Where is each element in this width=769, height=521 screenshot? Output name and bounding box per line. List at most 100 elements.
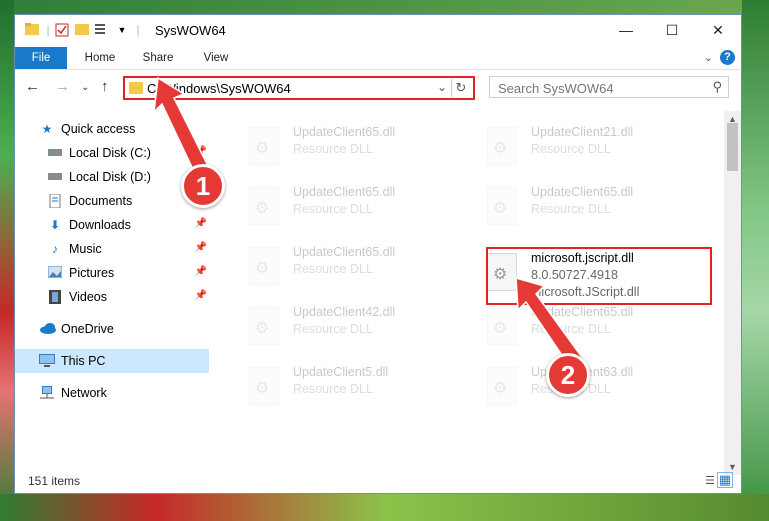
nav-item-label: Local Disk (D:) bbox=[69, 170, 151, 184]
dll-file-icon: ⚙ bbox=[487, 127, 517, 165]
step-badge-1: 1 bbox=[181, 164, 225, 208]
pin-icon[interactable]: 📌 bbox=[195, 290, 207, 301]
refresh-icon[interactable]: ↻ bbox=[451, 79, 470, 97]
search-icon[interactable]: ⚲ bbox=[712, 79, 722, 95]
chevron-down-icon[interactable]: ▼ bbox=[115, 23, 129, 37]
tiles-view-icon[interactable]: ▦ bbox=[717, 472, 733, 488]
window-title: SysWOW64 bbox=[155, 23, 226, 38]
separator: | bbox=[46, 23, 50, 37]
help-button[interactable]: ? bbox=[720, 50, 735, 65]
folder-icon bbox=[25, 23, 39, 37]
drive-icon bbox=[47, 146, 63, 160]
new-folder-icon[interactable] bbox=[75, 23, 89, 37]
pictures-icon bbox=[47, 265, 63, 280]
item-count: 151 items bbox=[28, 474, 81, 488]
title-bar: | ▼ | SysWOW64 — ☐ ✕ bbox=[15, 15, 741, 47]
scroll-thumb[interactable] bbox=[727, 123, 738, 171]
file-type: Resource DLL bbox=[293, 382, 373, 396]
list-item[interactable]: ⚙ UpdateClient65.dll Resource DLL bbox=[245, 243, 475, 299]
music-icon: ♪ bbox=[52, 242, 58, 256]
list-item[interactable]: ⚙ UpdateClient42.dll Resource DLL bbox=[245, 303, 475, 359]
file-type: Resource DLL bbox=[293, 142, 373, 156]
nav-item-music[interactable]: ♪ Music 📌 bbox=[15, 237, 209, 261]
file-type: Resource DLL bbox=[293, 262, 373, 276]
gear-icon: ⚙ bbox=[255, 200, 270, 217]
dll-file-icon: ⚙ bbox=[249, 367, 279, 405]
cloud-icon bbox=[39, 322, 56, 336]
nav-item-label: Downloads bbox=[69, 218, 131, 232]
dll-file-icon: ⚙ bbox=[249, 247, 279, 285]
address-dropdown-icon[interactable]: ⌄ bbox=[437, 80, 447, 94]
list-item[interactable]: ⚙ UpdateClient65.dll Resource DLL bbox=[483, 183, 713, 239]
separator: | bbox=[136, 23, 140, 37]
pin-icon[interactable]: 📌 bbox=[195, 242, 207, 253]
drive-icon bbox=[47, 170, 63, 184]
tab-view[interactable]: View bbox=[193, 47, 239, 69]
nav-item-this-pc[interactable]: This PC bbox=[15, 349, 209, 373]
close-button[interactable]: ✕ bbox=[695, 15, 741, 45]
tab-home[interactable]: Home bbox=[77, 47, 123, 69]
nav-item-documents[interactable]: Documents 📌 bbox=[15, 189, 209, 213]
desktop-background-right bbox=[742, 0, 769, 521]
file-name: UpdateClient65.dll bbox=[293, 185, 396, 199]
gear-icon: ⚙ bbox=[493, 140, 508, 157]
file-name: UpdateClient5.dll bbox=[293, 365, 389, 379]
pin-icon[interactable]: 📌 bbox=[195, 218, 207, 229]
dll-file-icon: ⚙ bbox=[249, 127, 279, 165]
up-arrow-icon[interactable]: ↑ bbox=[101, 78, 109, 95]
pin-icon[interactable]: 📌 bbox=[195, 266, 207, 277]
tab-file[interactable]: File bbox=[15, 47, 67, 69]
videos-icon bbox=[47, 290, 63, 304]
nav-item-downloads[interactable]: ⬇ Downloads 📌 bbox=[15, 213, 209, 237]
file-list: ⚙ UpdateClient65.dll Resource DLL ⚙ Upda… bbox=[225, 111, 725, 471]
recent-locations-chevron-icon[interactable]: ⌄ bbox=[81, 82, 89, 93]
expand-ribbon-icon[interactable]: ⌄ bbox=[704, 51, 713, 64]
minimize-button[interactable]: — bbox=[603, 15, 649, 45]
gear-icon: ⚙ bbox=[493, 200, 508, 217]
list-item[interactable]: ⚙ UpdateClient65.dll Resource DLL bbox=[245, 183, 475, 239]
nav-item-onedrive[interactable]: OneDrive bbox=[15, 317, 209, 341]
properties-icon[interactable] bbox=[55, 23, 69, 37]
file-name: UpdateClient65.dll bbox=[531, 185, 634, 199]
forward-arrow-icon[interactable]: → bbox=[55, 78, 70, 95]
nav-item-label: Local Disk (C:) bbox=[69, 146, 151, 160]
gear-icon: ⚙ bbox=[255, 380, 270, 397]
details-view-icon[interactable]: ☰ bbox=[705, 474, 715, 487]
star-icon: ★ bbox=[41, 122, 53, 136]
tab-share[interactable]: Share bbox=[135, 47, 181, 69]
file-name: UpdateClient21.dll bbox=[531, 125, 634, 139]
file-type: Resource DLL bbox=[293, 322, 373, 336]
list-item[interactable]: ⚙ UpdateClient5.dll Resource DLL bbox=[245, 363, 475, 419]
gear-icon: ⚙ bbox=[493, 380, 508, 397]
nav-item-label: This PC bbox=[61, 354, 106, 368]
file-type: Resource DLL bbox=[531, 142, 611, 156]
file-type: Resource DLL bbox=[293, 202, 373, 216]
list-item[interactable]: ⚙ UpdateClient65.dll Resource DLL bbox=[245, 123, 475, 179]
desktop-background-bottom bbox=[0, 494, 769, 521]
vertical-scrollbar[interactable]: ▲ ▼ bbox=[724, 111, 741, 475]
nav-item-label: Music bbox=[69, 242, 102, 256]
dll-file-icon: ⚙ bbox=[249, 187, 279, 225]
network-icon bbox=[39, 386, 55, 400]
dll-file-icon: ⚙ bbox=[487, 187, 517, 225]
download-icon: ⬇ bbox=[49, 218, 61, 232]
documents-icon bbox=[47, 193, 63, 209]
nav-item-network[interactable]: Network bbox=[15, 381, 209, 405]
gear-icon: ⚙ bbox=[255, 260, 270, 277]
file-name: UpdateClient42.dll bbox=[293, 305, 396, 319]
desktop-background-left bbox=[0, 0, 14, 521]
maximize-button[interactable]: ☐ bbox=[649, 15, 695, 45]
step-badge-2: 2 bbox=[546, 353, 590, 397]
search-box[interactable]: ⚲ bbox=[489, 76, 729, 98]
nav-item-pictures[interactable]: Pictures 📌 bbox=[15, 261, 209, 285]
file-explorer-window: | ▼ | SysWOW64 — ☐ ✕ File Home Share Vie… bbox=[14, 14, 742, 494]
address-row: ← → ⌄ ↑ C:\Windows\SysWOW64 ⌄ ↻ ⚲ bbox=[15, 73, 741, 103]
back-arrow-icon[interactable]: ← bbox=[25, 78, 40, 95]
customize-quick-access-icon[interactable] bbox=[95, 23, 109, 37]
nav-item-videos[interactable]: Videos 📌 bbox=[15, 285, 209, 309]
search-input[interactable] bbox=[496, 78, 700, 98]
gear-icon: ⚙ bbox=[255, 140, 270, 157]
nav-item-label: Documents bbox=[69, 194, 133, 208]
file-type: Resource DLL bbox=[531, 202, 611, 216]
list-item[interactable]: ⚙ UpdateClient21.dll Resource DLL bbox=[483, 123, 713, 179]
